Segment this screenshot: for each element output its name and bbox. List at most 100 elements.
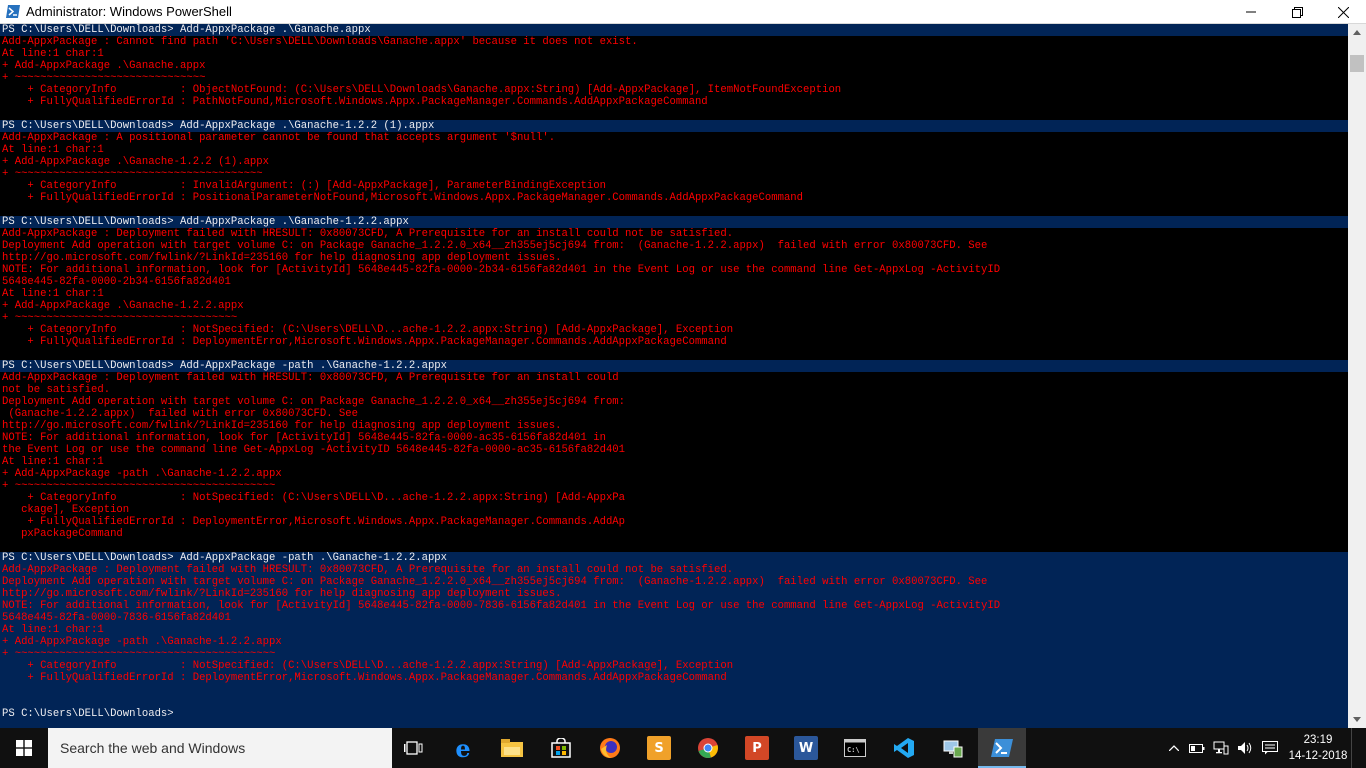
chrome-taskbar-button[interactable] (684, 728, 732, 768)
show-desktop-button[interactable] (1351, 728, 1366, 768)
task-view-taskbar-button[interactable] (390, 728, 438, 768)
blank-line (0, 540, 1348, 552)
error-line: pxPackageCommand (0, 528, 1348, 540)
close-button[interactable] (1320, 0, 1366, 24)
volume-icon[interactable] (1234, 728, 1256, 768)
error-line: Add-AppxPackage : Deployment failed with… (0, 372, 1348, 384)
close-icon (1337, 6, 1349, 18)
command-prompt-taskbar-button[interactable]: C:\ (831, 728, 879, 768)
error-line: Add-AppxPackage : A positional parameter… (0, 132, 1348, 144)
edge-taskbar-button[interactable]: e (439, 728, 487, 768)
edge-icon: e (455, 733, 471, 763)
word-taskbar-button[interactable]: W (782, 728, 830, 768)
minimize-button[interactable] (1228, 0, 1274, 24)
search-placeholder: Search the web and Windows (60, 740, 246, 756)
error-line: + FullyQualifiedErrorId : DeploymentErro… (0, 516, 1348, 528)
error-line: NOTE: For additional information, look f… (0, 264, 1348, 276)
powershell-icon (990, 736, 1014, 760)
error-line: At line:1 char:1 (0, 288, 1348, 300)
command-prompt-icon: C:\ (843, 736, 867, 760)
window-titlebar[interactable]: Administrator: Windows PowerShell (0, 0, 1366, 24)
search-box[interactable]: Search the web and Windows (48, 728, 392, 768)
error-line: NOTE: For additional information, look f… (2, 600, 1001, 612)
sublime-text-taskbar-button[interactable]: S (635, 728, 683, 768)
show-hidden-icons-button[interactable] (1164, 728, 1184, 768)
clock-time: 23:19 (1303, 734, 1333, 746)
prompt-line: PS C:\Users\DELL\Downloads> Add-AppxPack… (2, 360, 448, 372)
error-line: http://go.microsoft.com/fwlink/?LinkId=2… (0, 252, 1348, 264)
error-line: Add-AppxPackage : Deployment failed with… (2, 564, 734, 576)
error-line: + Add-AppxPackage -path .\Ganache-1.2.2.… (2, 636, 282, 648)
network-admin-taskbar-button[interactable] (929, 728, 977, 768)
error-line: + ~~~~~~~~~~~~~~~~~~~~~~~~~~~~~~ (0, 72, 1348, 84)
network-icon[interactable] (1210, 728, 1232, 768)
error-line: At line:1 char:1 (0, 144, 1348, 156)
maximize-button[interactable] (1274, 0, 1320, 24)
error-line: Deployment Add operation with target vol… (0, 240, 1348, 252)
prompt-line: PS C:\Users\DELL\Downloads> Add-AppxPack… (2, 552, 448, 564)
chevron-up-icon (1169, 745, 1179, 751)
error-line: (Ganache-1.2.2.appx) failed with error 0… (0, 408, 1348, 420)
firefox-taskbar-button[interactable] (586, 728, 634, 768)
scrollbar-thumb[interactable] (1350, 55, 1364, 72)
console-output[interactable]: PS C:\Users\DELL\Downloads> Add-AppxPack… (0, 24, 1348, 728)
visual-studio-code-taskbar-button[interactable] (880, 728, 928, 768)
prompt-line: PS C:\Users\DELL\Downloads> Add-AppxPack… (2, 120, 435, 132)
error-line: Add-AppxPackage : Cannot find path 'C:\U… (0, 36, 1348, 48)
error-line: + Add-AppxPackage .\Ganache-1.2.2.appx (0, 300, 1348, 312)
chrome-icon (696, 736, 720, 760)
prompt-line: PS C:\Users\DELL\Downloads> Add-AppxPack… (2, 24, 371, 36)
powershell-taskbar-button[interactable] (978, 728, 1026, 768)
error-line: + Add-AppxPackage -path .\Ganache-1.2.2.… (0, 468, 1348, 480)
task-view-icon (402, 736, 426, 760)
error-line: + CategoryInfo : NotSpecified: (C:\Users… (0, 492, 1348, 504)
error-line: Add-AppxPackage : Deployment failed with… (0, 228, 1348, 240)
error-line: + ~~~~~~~~~~~~~~~~~~~~~~~~~~~~~~~~~~~ (0, 312, 1348, 324)
store-icon (549, 736, 573, 760)
powerpoint-icon: P (745, 736, 769, 760)
chevron-down-icon (1353, 717, 1361, 722)
error-line: Deployment Add operation with target vol… (2, 576, 988, 588)
error-line: + Add-AppxPackage .\Ganache.appx (0, 60, 1348, 72)
error-line: http://go.microsoft.com/fwlink/?LinkId=2… (2, 588, 562, 600)
clock-date: 14-12-2018 (1288, 750, 1348, 762)
word-icon: W (794, 736, 818, 760)
error-line: + FullyQualifiedErrorId : PositionalPara… (0, 192, 1348, 204)
clock[interactable]: 23:19 14-12-2018 (1288, 732, 1348, 764)
window-title: Administrator: Windows PowerShell (26, 4, 232, 19)
file-explorer-taskbar-button[interactable] (488, 728, 536, 768)
svg-text:C:\: C:\ (847, 746, 860, 754)
scroll-down-button[interactable] (1348, 711, 1366, 728)
store-taskbar-button[interactable] (537, 728, 585, 768)
sublime-text-icon: S (647, 736, 671, 760)
error-line: Deployment Add operation with target vol… (0, 396, 1348, 408)
start-button[interactable] (0, 728, 48, 768)
console-lines: PS C:\Users\DELL\Downloads> Add-AppxPack… (0, 24, 1348, 720)
blank-line (0, 348, 1348, 360)
error-line: At line:1 char:1 (0, 48, 1348, 60)
error-line: + ~~~~~~~~~~~~~~~~~~~~~~~~~~~~~~~~~~~~~~… (2, 648, 276, 660)
error-line: + CategoryInfo : ObjectNotFound: (C:\Use… (0, 84, 1348, 96)
error-line: + CategoryInfo : InvalidArgument: (:) [A… (0, 180, 1348, 192)
error-line: ckage], Exception (0, 504, 1348, 516)
vertical-scrollbar[interactable] (1348, 24, 1366, 728)
error-line: 5648e445-82fa-0000-7836-6156fa82d401 (2, 612, 231, 624)
error-line: + FullyQualifiedErrorId : PathNotFound,M… (0, 96, 1348, 108)
notifications-icon[interactable] (1258, 728, 1282, 768)
error-line: not be satisfied. (0, 384, 1348, 396)
error-line: + ~~~~~~~~~~~~~~~~~~~~~~~~~~~~~~~~~~~~~~… (0, 480, 1348, 492)
scroll-up-button[interactable] (1348, 24, 1366, 41)
error-line: + ~~~~~~~~~~~~~~~~~~~~~~~~~~~~~~~~~~~~~~… (0, 168, 1348, 180)
battery-icon[interactable] (1186, 728, 1208, 768)
error-line: At line:1 char:1 (2, 624, 104, 636)
prompt-line: PS C:\Users\DELL\Downloads> Add-AppxPack… (2, 216, 409, 228)
firefox-icon (598, 736, 622, 760)
powerpoint-taskbar-button[interactable]: P (733, 728, 781, 768)
error-line: 5648e445-82fa-0000-2b34-6156fa82d401 (0, 276, 1348, 288)
minimize-icon (1246, 11, 1256, 13)
blank-line (0, 204, 1348, 216)
restore-icon (1291, 6, 1303, 18)
error-line: NOTE: For additional information, look f… (0, 432, 1348, 444)
error-line: + Add-AppxPackage .\Ganache-1.2.2 (1).ap… (0, 156, 1348, 168)
